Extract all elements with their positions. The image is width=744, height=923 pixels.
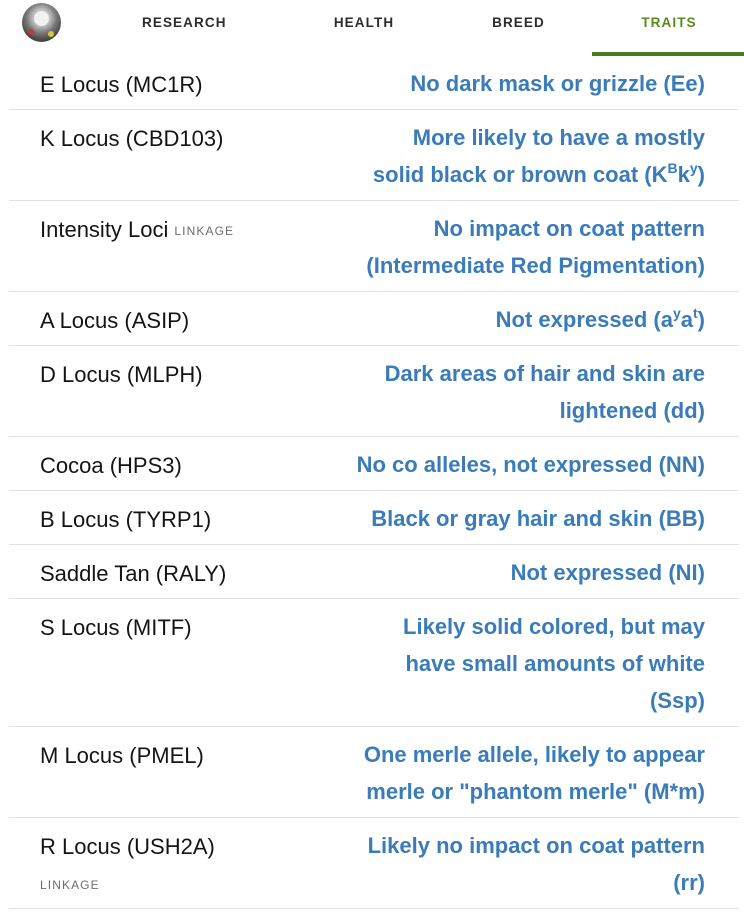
trait-row-m-locus: M Locus (PMEL) One merle allele, likely … (9, 727, 739, 818)
genotype-text: ) (697, 162, 705, 187)
trait-label: Intensity Loci LINKAGE (40, 216, 234, 245)
avatar-accent-red (28, 29, 34, 35)
avatar-accent-yellow (48, 31, 54, 37)
trait-value-line: Black or gray hair and skin (BB) (371, 506, 705, 531)
trait-label: D Locus (MLPH) (40, 362, 203, 387)
trait-value: More likely to have a mostly solid black… (325, 119, 705, 193)
trait-row-cocoa: Cocoa (HPS3) No co alleles, not expresse… (9, 437, 739, 491)
trait-value-line: (Ssp) (650, 688, 705, 713)
trait-value-line: Likely solid colored, but may (403, 614, 705, 639)
trait-value-line: merle or "phantom merle" (M*m) (366, 779, 705, 804)
trait-row-r-locus: R Locus (USH2A) LINKAGE Likely no impact… (9, 818, 739, 909)
trait-label: R Locus (USH2A) (40, 834, 215, 859)
trait-label: A Locus (ASIP) (40, 308, 190, 333)
trait-value-line: (Intermediate Red Pigmentation) (366, 253, 705, 278)
trait-label: S Locus (MITF) (40, 615, 192, 640)
trait-row-k-locus: K Locus (CBD103) More likely to have a m… (9, 110, 739, 201)
genotype-text: a (680, 307, 693, 332)
tab-traits[interactable]: TRAITS (640, 15, 698, 30)
trait-label: M Locus (PMEL) (40, 743, 204, 768)
genotype-superscript: y (672, 305, 681, 321)
traits-list: E Locus (MC1R) No dark mask or grizzle (… (9, 56, 739, 909)
genotype-text: k (677, 162, 690, 187)
trait-value-line: have small amounts of white (405, 651, 705, 676)
trait-value-line: solid black or brown coat (KBky) (325, 156, 705, 193)
trait-label-text: Intensity Loci (40, 217, 169, 242)
genotype-text: Not expressed (a (495, 307, 673, 332)
trait-label: Saddle Tan (RALY) (40, 561, 227, 586)
dog-avatar[interactable] (22, 3, 61, 42)
top-navigation: RESEARCH HEALTH BREED TRAITS (0, 0, 744, 56)
trait-value: One merle allele, likely to appear merle… (325, 736, 705, 810)
trait-value: No dark mask or grizzle (Ee) (325, 65, 705, 102)
trait-row-intensity-loci: Intensity Loci LINKAGE No impact on coat … (9, 201, 739, 292)
trait-row-s-locus: S Locus (MITF) Likely solid colored, but… (9, 599, 739, 727)
trait-value: No co alleles, not expressed (NN) (325, 446, 705, 483)
trait-label: K Locus (CBD103) (40, 126, 224, 151)
trait-value-line: No dark mask or grizzle (Ee) (410, 71, 705, 96)
trait-value: Not expressed (NI) (325, 554, 705, 591)
trait-value-line: More likely to have a mostly (412, 125, 705, 150)
trait-value-line: Not expressed (ayat) (325, 301, 705, 338)
trait-label: E Locus (MC1R) (40, 72, 203, 97)
trait-value-line: One merle allele, likely to appear (363, 742, 705, 767)
trait-value-line: No impact on coat pattern (433, 216, 705, 241)
tab-breed[interactable]: BREED (491, 15, 546, 30)
trait-row-e-locus: E Locus (MC1R) No dark mask or grizzle (… (9, 56, 739, 110)
trait-label: Cocoa (HPS3) (40, 453, 182, 478)
trait-row-a-locus: A Locus (ASIP) Not expressed (ayat) (9, 292, 739, 346)
genotype-superscript: B (667, 160, 678, 176)
trait-value: Likely no impact on coat pattern (rr) (325, 827, 705, 901)
trait-row-b-locus: B Locus (TYRP1) Black or gray hair and s… (9, 491, 739, 545)
trait-value-line: Not expressed (NI) (510, 560, 705, 585)
trait-value: Dark areas of hair and skin are lightene… (325, 355, 705, 429)
linkage-tag: LINKAGE (40, 878, 100, 892)
avatar-face (34, 11, 49, 26)
tab-research[interactable]: RESEARCH (142, 15, 226, 30)
trait-value-line: (rr) (673, 870, 705, 895)
genotype-superscript: y (689, 160, 698, 176)
trait-value-line: Dark areas of hair and skin are (384, 361, 705, 386)
trait-value: No impact on coat pattern (Intermediate … (325, 210, 705, 284)
trait-label: B Locus (TYRP1) (40, 507, 212, 532)
trait-value: Black or gray hair and skin (BB) (325, 500, 705, 537)
trait-value: Likely solid colored, but may have small… (325, 608, 705, 719)
tab-health[interactable]: HEALTH (333, 15, 395, 30)
trait-value-line: No co alleles, not expressed (NN) (356, 452, 705, 477)
linkage-tag: LINKAGE (174, 224, 235, 238)
trait-row-d-locus: D Locus (MLPH) Dark areas of hair and sk… (9, 346, 739, 437)
trait-value-line: lightened (dd) (559, 398, 705, 423)
genotype-text: solid black or brown coat (K (372, 162, 668, 187)
genotype-text: ) (697, 307, 705, 332)
trait-value-line: Likely no impact on coat pattern (367, 833, 705, 858)
trait-value: Not expressed (ayat) (325, 301, 705, 338)
trait-row-saddle-tan: Saddle Tan (RALY) Not expressed (NI) (9, 545, 739, 599)
